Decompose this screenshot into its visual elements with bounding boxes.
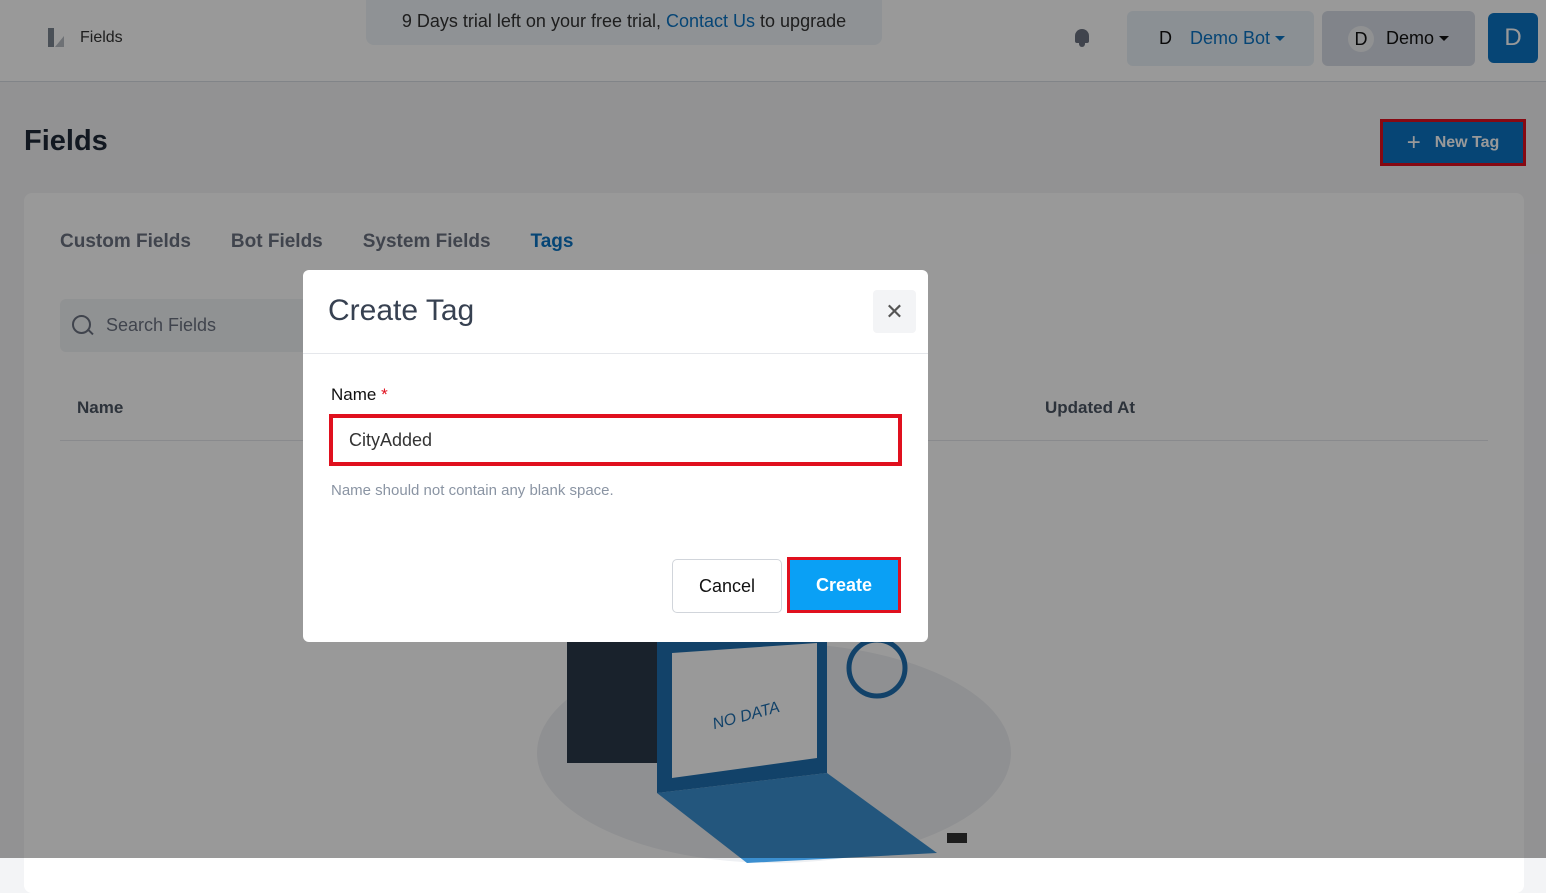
dialog-title: Create Tag — [328, 294, 475, 327]
name-label-text: Name — [331, 385, 377, 404]
create-button[interactable]: Create — [787, 557, 901, 613]
cancel-button[interactable]: Cancel — [672, 559, 782, 613]
dialog-header: Create Tag ✕ — [303, 270, 928, 354]
create-tag-dialog: Create Tag ✕ Name * CityAdded Name shoul… — [303, 270, 928, 642]
field-hint: Name should not contain any blank space. — [331, 482, 614, 499]
required-mark: * — [381, 385, 388, 404]
close-icon[interactable]: ✕ — [873, 290, 916, 333]
tag-name-input[interactable]: CityAdded — [329, 414, 902, 466]
name-label: Name * — [331, 385, 388, 405]
